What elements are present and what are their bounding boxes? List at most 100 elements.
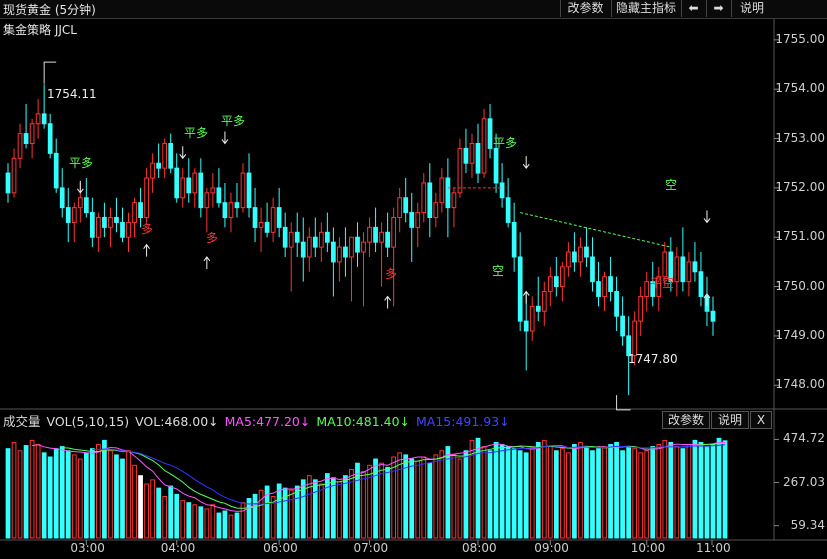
volume-bar [632, 448, 638, 539]
candle-body [644, 281, 650, 297]
volume-bar [210, 504, 216, 539]
ma10-value: MA10:481.40↓ [316, 414, 411, 429]
volume-bar [716, 437, 722, 539]
volume-bar [638, 452, 644, 539]
candle-body [156, 162, 162, 169]
chart-title: 现货黄金 (5分钟) [3, 3, 96, 17]
candle-body [710, 310, 716, 322]
volume-bar [566, 452, 571, 539]
candle-body [578, 246, 583, 263]
scroll-right-button[interactable]: ➡ [706, 0, 730, 17]
candle-body [385, 231, 390, 248]
candle-body [282, 226, 288, 248]
candle-body [337, 246, 342, 263]
price-tick-label: 1753.00 [775, 130, 825, 145]
volume-close-button[interactable]: X [750, 411, 772, 429]
signal-arrow-down [522, 156, 530, 169]
volume-bar [674, 446, 680, 539]
volume-bar [361, 471, 366, 539]
candle-body [620, 315, 625, 337]
volume-bar [186, 502, 192, 539]
volume-legend: 成交量 VOL(5,10,15) VOL:468.00↓ MA5:477.20↓… [3, 411, 512, 430]
time-tick-label: 07:00 [353, 541, 389, 555]
candle-body [487, 118, 493, 149]
volume-bar [96, 444, 101, 539]
volume-bar [102, 439, 107, 539]
volume-bar [331, 477, 336, 539]
candle-body [192, 172, 198, 194]
volume-bar [499, 444, 505, 539]
candle-body [674, 256, 680, 283]
volume-bar [578, 441, 583, 539]
volume-bar [367, 464, 372, 539]
signal-short: 空 [665, 178, 678, 192]
price-tick-label: 1750.00 [775, 278, 825, 293]
chart-header-bar: 现货黄金 (5分钟) 改参数 隐藏主指标 ⬅ ➡ 说明 [0, 0, 827, 19]
volume-bar [457, 458, 463, 539]
candle-body [361, 241, 366, 253]
candle-body [96, 217, 101, 238]
signal-arrow-up [143, 243, 150, 257]
ma5-value: MA5:477.20↓ [224, 414, 311, 429]
volume-bar [385, 466, 390, 539]
volume-bar [120, 458, 125, 539]
volume-change-params-button[interactable]: 改参数 [662, 411, 710, 429]
signal-arrow-down [76, 180, 84, 194]
candle-body [596, 281, 601, 297]
help-button[interactable]: 说明 [731, 0, 772, 17]
volume-bar [391, 456, 397, 539]
candle-body [102, 217, 107, 228]
volume-help-button[interactable]: 说明 [711, 411, 749, 429]
volume-bar [65, 450, 71, 539]
volume-bar [656, 444, 662, 539]
candle-body [692, 261, 698, 273]
candle-body [409, 212, 415, 228]
signal-flat-long: 平多 [184, 126, 209, 140]
signal-arrow-up [522, 290, 530, 304]
volume-bar [644, 450, 650, 539]
candle-body [415, 212, 421, 228]
candle-body [511, 221, 517, 258]
candle-body [77, 197, 83, 209]
candle-body [566, 251, 571, 268]
candle-body [463, 147, 469, 164]
scroll-left-button[interactable]: ⬅ [681, 0, 705, 17]
candle-body [439, 177, 445, 204]
volume-params: VOL(5,10,15) [46, 414, 130, 429]
candle-body [481, 118, 487, 174]
volume-bar [11, 441, 17, 539]
change-params-button[interactable]: 改参数 [560, 0, 610, 17]
candle-body [23, 133, 29, 144]
volume-bar [493, 441, 499, 539]
candle-body [5, 172, 11, 194]
candle-body [29, 123, 35, 144]
volume-bar [650, 446, 656, 539]
volume-bar [180, 500, 186, 539]
volume-bar [590, 450, 595, 539]
volume-bar [481, 446, 487, 539]
candle-body [475, 142, 481, 174]
candle-body [343, 246, 348, 258]
price-tick-label: 1754.00 [775, 81, 825, 96]
candle-body [445, 177, 451, 209]
volume-bar [144, 483, 149, 539]
price-tick-label: 1755.00 [775, 31, 825, 46]
signal-flat-short: 平空 [650, 276, 675, 290]
volume-bar [71, 454, 77, 539]
candle-body [306, 236, 312, 258]
price-tick-label: 1752.00 [775, 179, 825, 194]
volume-bar [228, 514, 234, 539]
volume-bar [337, 481, 342, 539]
candle-body [590, 256, 595, 283]
volume-bar [276, 483, 282, 539]
volume-bar [192, 504, 198, 539]
strategy-label: 集金策略 JJCL [3, 23, 77, 37]
candlestick-chart [0, 18, 827, 545]
candle-body [523, 320, 529, 332]
volume-bar [114, 454, 119, 539]
candle-body [572, 251, 577, 263]
volume-bar [312, 479, 318, 539]
volume-bar [138, 475, 143, 539]
hide-main-indicator-button[interactable]: 隐藏主指标 [611, 0, 680, 17]
candle-body [150, 162, 155, 179]
